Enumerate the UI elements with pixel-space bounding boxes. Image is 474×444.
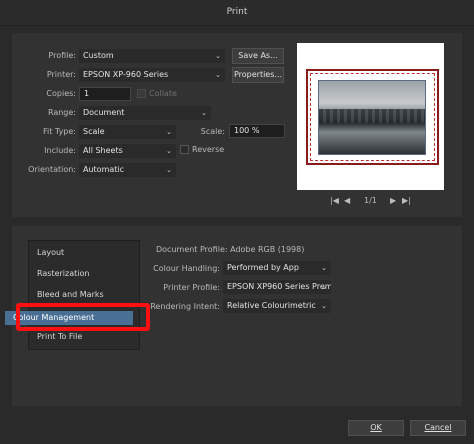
chevron-down-icon: ⌄: [166, 147, 172, 155]
cancel-button[interactable]: Cancel: [410, 420, 466, 436]
colour-handling-value: Performed by App: [227, 263, 299, 272]
copies-label: Copies:: [46, 89, 76, 98]
prev-page-icon[interactable]: ◀: [344, 196, 350, 205]
colour-handling-dropdown[interactable]: Performed by App ⌄: [223, 261, 331, 275]
list-item-rasterization[interactable]: Rasterization: [29, 264, 139, 284]
rendering-intent-dropdown[interactable]: Relative Colourimetric ⌄: [223, 299, 331, 313]
document-profile-label: Document Profile:: [156, 245, 228, 254]
page-indicator: 1/1: [364, 196, 377, 205]
printer-profile-dropdown[interactable]: EPSON XP960 Series Prem ⌄: [223, 280, 331, 294]
chevron-down-icon: ⌄: [201, 109, 207, 117]
preview-image: [318, 80, 426, 155]
save-as-button[interactable]: Save As...: [232, 48, 284, 64]
include-value: All Sheets: [83, 146, 123, 155]
chevron-down-icon: ⌄: [215, 52, 221, 60]
ok-label: OK: [370, 423, 382, 432]
printer-label: Printer:: [46, 70, 76, 79]
profile-label: Profile:: [48, 51, 76, 60]
list-item-layout[interactable]: Layout: [29, 243, 139, 263]
rendering-intent-value: Relative Colourimetric: [227, 301, 316, 310]
orientation-dropdown[interactable]: Automatic ⌄: [79, 163, 176, 177]
reverse-label: Reverse: [192, 145, 225, 154]
rendering-intent-label: Rendering Intent:: [150, 302, 220, 311]
document-profile-text: Document Profile: Adobe RGB (1998): [156, 245, 304, 254]
profile-dropdown[interactable]: Custom ⌄: [79, 49, 225, 63]
window-title: Print: [226, 7, 248, 17]
orientation-value: Automatic: [83, 165, 125, 174]
printer-profile-label: Printer Profile:: [163, 283, 220, 292]
cancel-label: Cancel: [424, 423, 452, 432]
chevron-down-icon: ⌄: [321, 283, 327, 291]
include-dropdown[interactable]: All Sheets ⌄: [79, 144, 176, 158]
include-label: Include:: [44, 146, 76, 155]
settings-category-list: Layout Rasterization Bleed and Marks Pri…: [28, 240, 140, 350]
chevron-down-icon: ⌄: [166, 128, 172, 136]
next-page-icon[interactable]: ▶: [390, 196, 396, 205]
orientation-label: Orientation:: [28, 165, 76, 174]
document-profile-value: Adobe RGB (1998): [230, 245, 305, 254]
range-label: Range:: [47, 108, 76, 117]
printer-dropdown[interactable]: EPSON XP-960 Series ⌄: [79, 68, 225, 82]
scale-label: Scale:: [200, 127, 225, 136]
list-item-bleed-and-marks[interactable]: Bleed and Marks: [29, 285, 139, 305]
printer-value: EPSON XP-960 Series: [83, 70, 169, 79]
properties-button[interactable]: Properties...: [232, 67, 284, 83]
reverse-checkbox[interactable]: [180, 145, 189, 154]
chevron-down-icon: ⌄: [321, 302, 327, 310]
range-dropdown[interactable]: Document ⌄: [79, 106, 211, 120]
ok-button[interactable]: OK: [348, 420, 404, 436]
fit-type-dropdown[interactable]: Scale ⌄: [79, 125, 176, 139]
chevron-down-icon: ⌄: [215, 71, 221, 79]
printer-profile-value: EPSON XP960 Series Prem: [227, 282, 331, 291]
collate-label: Collate: [149, 89, 177, 98]
chevron-down-icon: ⌄: [321, 264, 327, 272]
fit-type-value: Scale: [83, 127, 105, 136]
range-value: Document: [83, 108, 125, 117]
title-bar: Print: [0, 0, 474, 26]
highlight-box: [16, 303, 150, 331]
page-navigator: |◀ ◀ 1/1 ▶ ▶|: [330, 196, 414, 208]
colour-handling-label: Colour Handling:: [153, 264, 220, 273]
chevron-down-icon: ⌄: [166, 166, 172, 174]
scale-input[interactable]: 100 %: [229, 124, 285, 138]
last-page-icon[interactable]: ▶|: [402, 196, 411, 205]
first-page-icon[interactable]: |◀: [330, 196, 339, 205]
copies-input[interactable]: 1: [79, 87, 131, 101]
profile-value: Custom: [83, 51, 114, 60]
fit-type-label: Fit Type:: [43, 127, 76, 136]
collate-checkbox[interactable]: [137, 89, 146, 98]
